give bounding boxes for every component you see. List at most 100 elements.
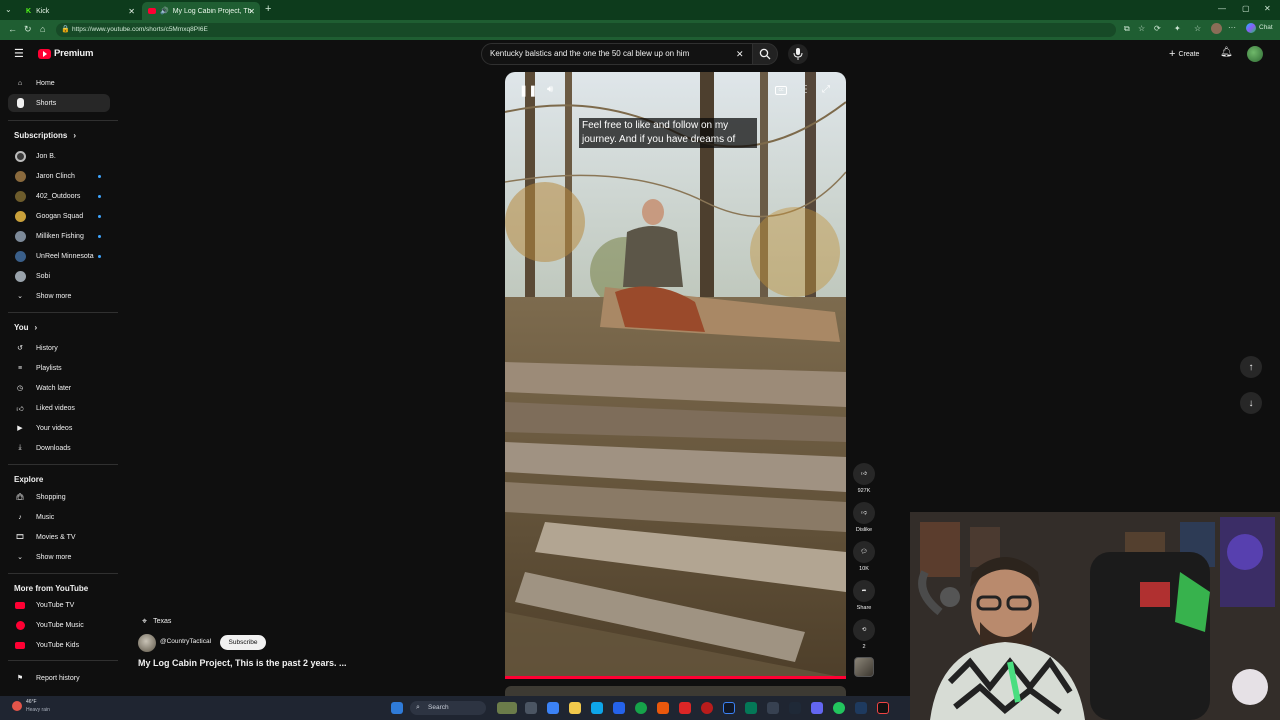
sidebar-item-youtube-music[interactable]: YouTube Music	[8, 616, 110, 634]
new-tab-icon[interactable]: +	[265, 3, 271, 15]
sidebar-item-history[interactable]: ↺ History	[8, 339, 110, 357]
video-progress-bar[interactable]	[505, 676, 846, 679]
weather-temp[interactable]: 46°F	[26, 699, 37, 705]
weather-icon[interactable]	[12, 701, 22, 711]
sidebar-item-subscription[interactable]: Sobi	[8, 267, 110, 285]
refresh-extension-icon[interactable]: ⟳	[1154, 24, 1161, 33]
short-video-player[interactable]: ❚❚ 🔊︎ cc ⋮ ⤢ Feel free to like and follo…	[505, 72, 846, 678]
taskbar-app-icon[interactable]	[789, 702, 801, 714]
reload-icon[interactable]: ↻	[24, 24, 32, 35]
taskbar-app-icon[interactable]	[613, 702, 625, 714]
tab-list-chevron-icon[interactable]: ⌄	[5, 5, 12, 14]
puzzle-icon[interactable]: ✦	[1174, 24, 1181, 33]
sidebar-item-movies-tv[interactable]: 🎞︎ Movies & TV	[8, 528, 110, 546]
remix-action[interactable]: ⟲ 2	[852, 619, 876, 650]
file-explorer-icon[interactable]	[569, 702, 581, 714]
sidebar-item-report-history[interactable]: ⚑ Report history	[8, 669, 110, 687]
copilot-icon[interactable]	[1246, 23, 1256, 33]
sidebar-item-music[interactable]: ♪ Music	[8, 508, 110, 526]
previous-short-button[interactable]: ↑	[1240, 356, 1262, 378]
chat-label[interactable]: Chat	[1259, 24, 1273, 31]
extensions-icon[interactable]: ⧉	[1124, 24, 1130, 34]
notifications-bell-icon[interactable]: 🔔︎	[1220, 47, 1233, 58]
sidebar-item-shopping[interactable]: 👜︎ Shopping	[8, 488, 110, 506]
taskbar-app-icon[interactable]	[679, 702, 691, 714]
channel-name[interactable]: @CountryTactical	[160, 638, 211, 645]
steam-icon[interactable]	[855, 702, 867, 714]
maximize-icon[interactable]: ▢	[1242, 4, 1250, 13]
sidebar-item-youtube-kids[interactable]: YouTube Kids	[8, 636, 110, 654]
obs-icon[interactable]	[877, 702, 889, 714]
sidebar-item-downloads[interactable]: ⤓ Downloads	[8, 439, 110, 457]
profile-avatar[interactable]	[1211, 23, 1222, 34]
sidebar-item-watch-later[interactable]: ◷ Watch later	[8, 379, 110, 397]
sidebar-item-subscription[interactable]: Jaron Clinch	[8, 167, 110, 185]
speaker-icon[interactable]: 🔊	[160, 7, 169, 15]
close-window-icon[interactable]: ✕	[1264, 4, 1271, 13]
clear-search-icon[interactable]: ✕	[736, 44, 744, 64]
sound-thumbnail[interactable]	[854, 657, 874, 677]
sidebar-item-subscription[interactable]: UnReel Minnesota	[8, 247, 110, 265]
sidebar-item-liked-videos[interactable]: 👍︎ Liked videos	[8, 399, 110, 417]
close-tab-icon[interactable]: ✕	[128, 7, 135, 16]
sidebar-item-youtube-tv[interactable]: YouTube TV	[8, 596, 110, 614]
account-avatar[interactable]	[1247, 46, 1263, 62]
show-more-explore-button[interactable]: ⌄ Show more	[8, 548, 110, 566]
more-options-icon[interactable]: ⋮	[801, 84, 811, 95]
task-view-icon[interactable]	[525, 702, 537, 714]
subscribe-button[interactable]: Subscribe	[220, 635, 266, 650]
favorites-icon[interactable]: ☆	[1194, 24, 1201, 33]
youtube-logo[interactable]: Premium	[38, 48, 93, 59]
firefox-icon[interactable]	[657, 702, 669, 714]
taskbar-app-icon[interactable]	[745, 702, 757, 714]
discord-icon[interactable]	[811, 702, 823, 714]
edge-browser-icon[interactable]	[635, 702, 647, 714]
sidebar-item-playlists[interactable]: ≡ Playlists	[8, 359, 110, 377]
taskbar-search[interactable]: ⌕ Search	[410, 701, 486, 715]
create-button[interactable]: + Create	[1169, 48, 1199, 60]
home-browser-icon[interactable]: ⌂	[40, 24, 45, 34]
subscriptions-heading[interactable]: Subscriptions ›	[14, 131, 76, 140]
taskbar-app-icon[interactable]	[767, 702, 779, 714]
more-menu-icon[interactable]: ···	[1228, 23, 1236, 32]
sidebar-item-subscription[interactable]: 402_Outdoors	[8, 187, 110, 205]
minimize-icon[interactable]: —	[1218, 4, 1226, 13]
short-title[interactable]: My Log Cabin Project, This is the past 2…	[138, 658, 347, 668]
windows-start-icon[interactable]	[391, 702, 403, 714]
back-icon[interactable]: ←	[8, 24, 17, 34]
taskbar-app-icon[interactable]	[591, 702, 603, 714]
search-input[interactable]: Kentucky balstics and the one the 50 cal…	[481, 43, 753, 65]
taskbar-app-icon[interactable]	[701, 702, 713, 714]
voice-search-button[interactable]	[788, 44, 808, 64]
close-tab-icon[interactable]: ✕	[248, 7, 255, 16]
comments-action[interactable]: 💬︎ 10K	[852, 541, 876, 572]
taskbar-app-icon[interactable]	[547, 702, 559, 714]
hamburger-menu-icon[interactable]: ☰	[14, 47, 24, 60]
dislike-action[interactable]: 👎︎ Dislike	[852, 502, 876, 533]
captions-icon[interactable]: cc	[775, 86, 787, 95]
bookmark-star-icon[interactable]: ☆	[1138, 24, 1145, 33]
you-heading[interactable]: You ›	[14, 323, 37, 332]
sidebar-item-shorts[interactable]: Shorts	[8, 94, 110, 112]
tab-kick[interactable]: K Kick ✕	[20, 2, 140, 20]
like-action[interactable]: 👍︎ 927K	[852, 463, 876, 494]
share-action[interactable]: ➦ Share	[852, 580, 876, 611]
sidebar-item-home[interactable]: ⌂ Home	[8, 74, 110, 92]
fullscreen-icon[interactable]: ⤢	[822, 84, 830, 95]
next-short-button[interactable]: ↓	[1240, 392, 1262, 414]
tab-youtube[interactable]: 🔊 My Log Cabin Project, This is ✕	[142, 2, 260, 20]
volume-icon[interactable]: 🔊︎	[547, 84, 553, 95]
spotify-icon[interactable]	[833, 702, 845, 714]
sidebar-item-subscription[interactable]: Jon B.	[8, 147, 110, 165]
sidebar-item-subscription[interactable]: Googan Squad	[8, 207, 110, 225]
taskbar-app-icon[interactable]	[497, 702, 517, 714]
url-field[interactable]: 🔒 https://www.youtube.com/shorts/c5Mmxq8…	[56, 23, 1116, 37]
taskbar-app-icon[interactable]	[723, 702, 735, 714]
location-tag[interactable]: ⌖ Texas	[142, 616, 171, 627]
sidebar-item-your-videos[interactable]: ▶ Your videos	[8, 419, 110, 437]
show-more-subscriptions-button[interactable]: ⌄ Show more	[8, 287, 110, 305]
channel-avatar[interactable]	[138, 634, 156, 652]
pause-icon[interactable]: ❚❚	[519, 84, 537, 97]
sidebar-item-subscription[interactable]: Milliken Fishing	[8, 227, 110, 245]
search-button[interactable]	[752, 43, 778, 65]
